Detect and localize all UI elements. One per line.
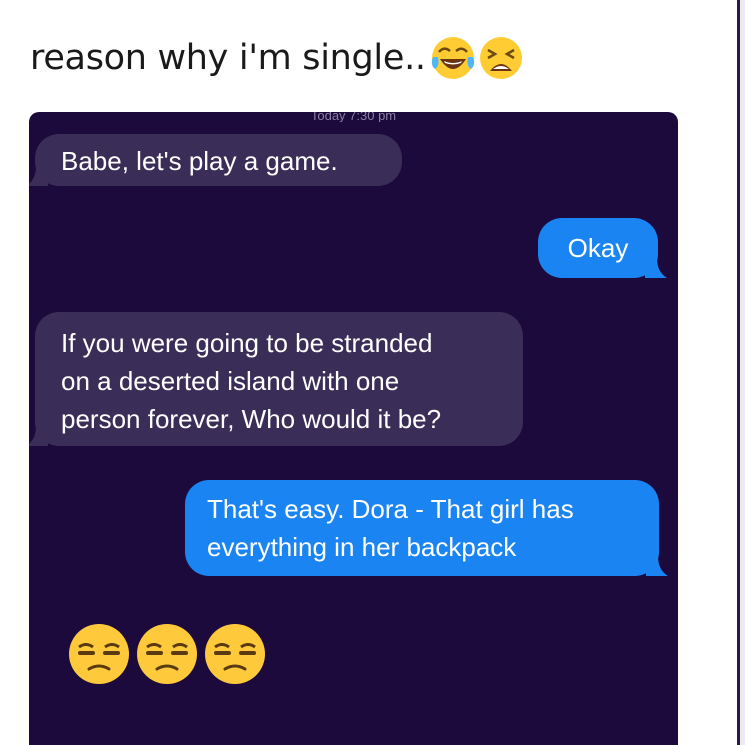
message-text-line: on a deserted island with one (61, 366, 400, 396)
unamused-face-icon (203, 622, 267, 686)
message-text-line: person forever, Who would it be? (61, 404, 442, 434)
incoming-message-bubble: If you were going to be stranded on a de… (29, 312, 523, 446)
right-edge-border (737, 0, 745, 745)
thread-timestamp: Today 7:30 pm (310, 112, 397, 122)
message-text-line: That's easy. Dora - That girl has (207, 494, 574, 524)
message-text: Babe, let's play a game. (61, 146, 338, 176)
message-thread-screenshot: Today 7:30 pm Babe, let's play a game. O… (29, 112, 678, 745)
unamused-face-icon (67, 622, 131, 686)
message-text-line: If you were going to be stranded (61, 328, 433, 358)
incoming-message-bubble: Babe, let's play a game. (29, 134, 402, 186)
post-caption: reason why i'm single.. (30, 30, 524, 86)
caption-text: reason why i'm single.. (30, 38, 426, 78)
tired-face-icon (478, 35, 524, 81)
reaction-emojis (67, 622, 267, 686)
outgoing-message-bubble: Okay (538, 218, 667, 278)
face-with-tears-of-joy-icon (430, 35, 476, 81)
message-text-line: everything in her backpack (207, 532, 517, 562)
message-text: Okay (567, 233, 629, 263)
unamused-face-icon (135, 622, 199, 686)
outgoing-message-bubble: That's easy. Dora - That girl has everyt… (185, 480, 668, 576)
